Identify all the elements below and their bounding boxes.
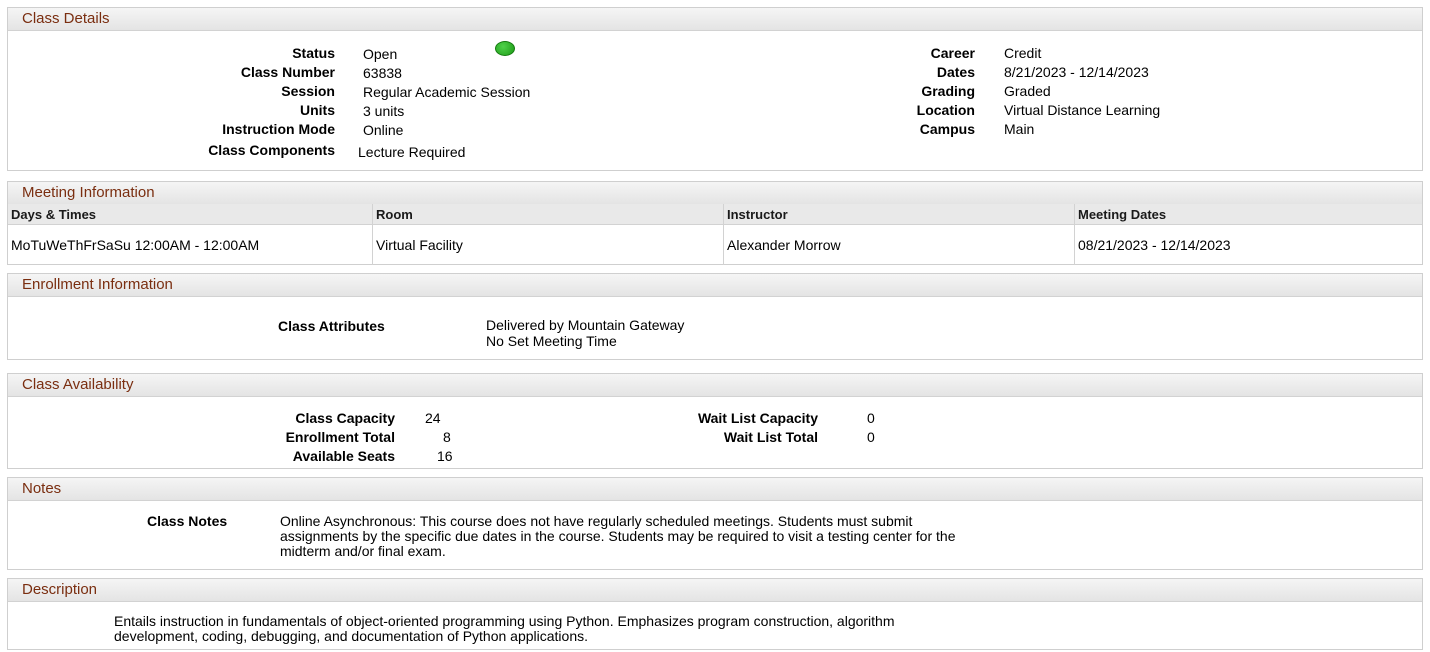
notes-panel: Notes Class Notes Online Asynchronous: T… — [7, 477, 1423, 570]
class-notes-line-1: Online Asynchronous: This course does no… — [280, 513, 913, 529]
location-value: Virtual Distance Learning — [1004, 102, 1161, 118]
column-header-meeting-dates: Meeting Dates — [1074, 204, 1422, 225]
class-components-label: Class Components — [208, 142, 335, 158]
class-number-label: Class Number — [240, 64, 335, 80]
meeting-table-header-row: Days & Times Room Instructor Meeting Dat… — [8, 204, 1422, 225]
dates-value: 8/21/2023 - 12/14/2023 — [1004, 64, 1149, 80]
class-availability-panel: Class Availability Class Capacity 24 Enr… — [7, 373, 1423, 469]
class-capacity-value: 24 — [425, 410, 441, 426]
available-seats-label: Available Seats — [292, 448, 395, 464]
days-times-cell: MoTuWeThFrSaSu 12:00AM - 12:00AM — [8, 224, 373, 265]
table-row: MoTuWeThFrSaSu 12:00AM - 12:00AM Virtual… — [8, 224, 1422, 265]
wait-list-capacity-label: Wait List Capacity — [697, 410, 818, 426]
wait-list-total-label: Wait List Total — [723, 429, 818, 445]
description-panel: Description Entails instruction in funda… — [7, 578, 1423, 650]
location-label: Location — [916, 102, 975, 118]
meeting-dates-cell: 08/21/2023 - 12/14/2023 — [1078, 236, 1231, 253]
instruction-mode-value: Online — [363, 122, 404, 138]
description-line-1: Entails instruction in fundamentals of o… — [114, 613, 895, 629]
class-attributes-value-1: Delivered by Mountain Gateway — [486, 317, 685, 333]
class-notes-line-2: assignments by the specific due dates in… — [280, 528, 956, 544]
class-details-header: Class Details — [8, 8, 1422, 31]
room-cell: Virtual Facility — [372, 224, 724, 265]
enrollment-total-label: Enrollment Total — [285, 429, 395, 445]
instructor-cell: Alexander Morrow — [723, 224, 1075, 265]
campus-value: Main — [1004, 121, 1035, 137]
class-attributes-value-2: No Set Meeting Time — [486, 333, 617, 349]
enrollment-information-header: Enrollment Information — [8, 274, 1422, 297]
description-line-2: development, coding, debugging, and docu… — [114, 628, 589, 644]
class-availability-header: Class Availability — [8, 374, 1422, 397]
career-label: Career — [930, 45, 975, 61]
session-value: Regular Academic Session — [363, 84, 531, 100]
grading-value: Graded — [1004, 83, 1051, 99]
wait-list-capacity-value: 0 — [867, 410, 875, 426]
meeting-information-header: Meeting Information — [8, 182, 1422, 205]
description-header: Description — [8, 579, 1422, 602]
grading-label: Grading — [921, 83, 975, 99]
instruction-mode-label: Instruction Mode — [222, 121, 335, 137]
class-capacity-label: Class Capacity — [295, 410, 395, 426]
available-seats-value: 16 — [437, 448, 453, 464]
dates-label: Dates — [936, 64, 975, 80]
class-notes-line-3: midterm and/or final exam. — [280, 543, 446, 559]
class-attributes-label: Class Attributes — [278, 318, 385, 334]
session-label: Session — [281, 83, 335, 99]
enrollment-total-value: 8 — [443, 429, 451, 445]
status-value: Open — [363, 46, 398, 62]
class-notes-label: Class Notes — [147, 513, 228, 529]
column-header-instructor: Instructor — [723, 204, 1075, 225]
class-number-value: 63838 — [363, 65, 402, 81]
meeting-information-panel: Meeting Information Days & Times Room In… — [7, 181, 1423, 265]
class-details-panel: Class Details Status Open Class Number 6… — [7, 7, 1423, 171]
status-label: Status — [292, 45, 335, 61]
units-label: Units — [300, 102, 335, 118]
column-header-days-times: Days & Times — [8, 204, 373, 225]
class-components-value: Lecture Required — [358, 144, 466, 160]
wait-list-total-value: 0 — [867, 429, 875, 445]
enrollment-information-panel: Enrollment Information Class Attributes … — [7, 273, 1423, 360]
units-value: 3 units — [363, 103, 405, 119]
green-circle-icon — [495, 41, 515, 56]
column-header-room: Room — [372, 204, 724, 225]
meeting-table: Days & Times Room Instructor Meeting Dat… — [8, 204, 1422, 265]
campus-label: Campus — [919, 121, 975, 137]
career-value: Credit — [1004, 45, 1042, 61]
notes-header: Notes — [8, 478, 1422, 501]
